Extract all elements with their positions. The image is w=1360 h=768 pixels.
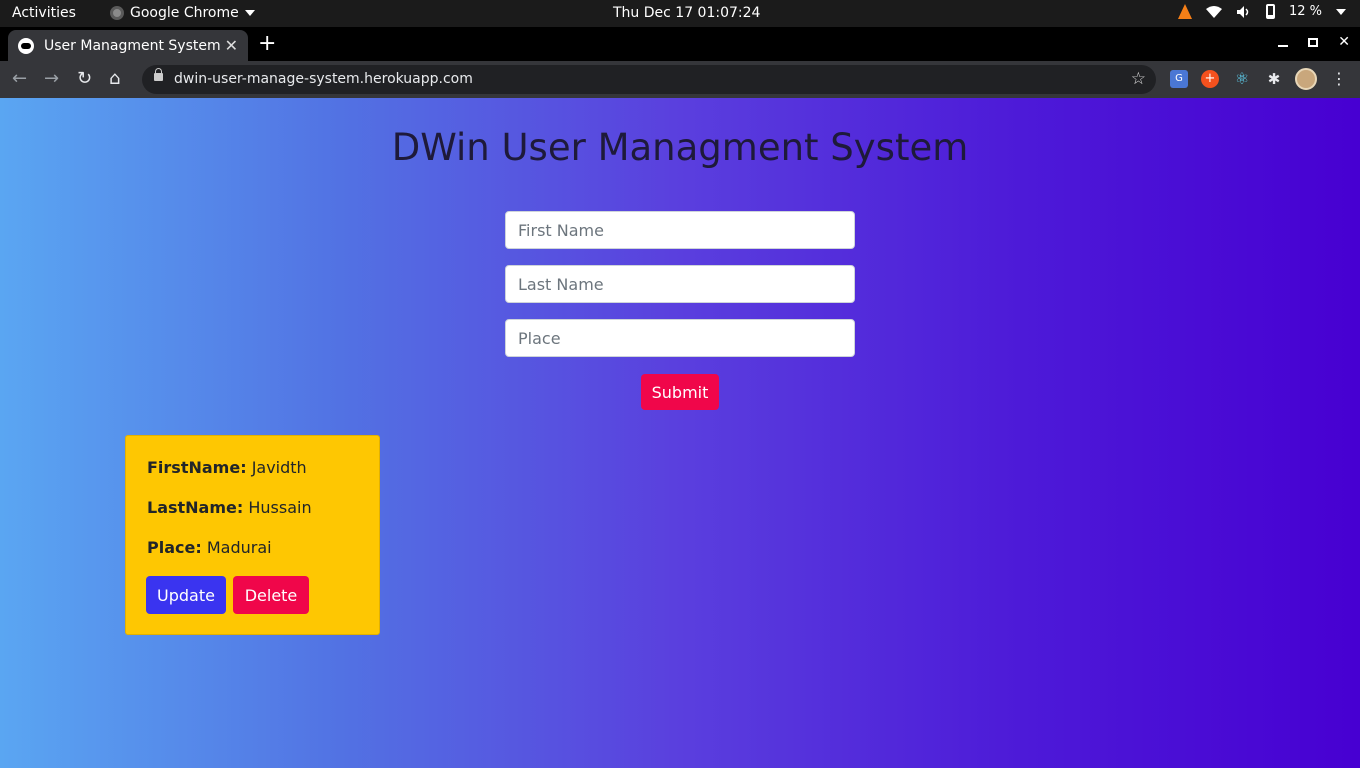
url-text[interactable]: dwin-user-manage-system.herokuapp.com [174, 71, 473, 87]
close-window-icon[interactable]: ✕ [1338, 34, 1350, 50]
chevron-down-icon [1336, 8, 1346, 15]
browser-menu-icon[interactable]: ⋮ [1330, 70, 1348, 88]
window-controls: ✕ [1278, 34, 1350, 50]
chevron-down-icon [244, 10, 255, 16]
first-name-label: FirstName: [147, 458, 247, 477]
update-button[interactable]: Update [146, 576, 226, 614]
browser-toolbar: ← → ↻ ⌂ dwin-user-manage-system.herokuap… [0, 61, 1360, 98]
react-devtools-icon[interactable]: ⚛ [1233, 70, 1251, 88]
site-favicon-icon [18, 37, 34, 54]
close-icon[interactable]: ✕ [225, 36, 238, 55]
maximize-icon[interactable] [1308, 37, 1319, 47]
battery-percent: 12 % [1288, 4, 1322, 19]
page-content: DWin User Managment System Submit FirstN… [0, 98, 1360, 768]
wifi-icon [1205, 5, 1222, 18]
last-name-value: Hussain [248, 498, 312, 517]
activities-button[interactable]: Activities [12, 5, 76, 21]
battery-icon [1265, 4, 1275, 19]
plus-extension-icon[interactable]: + [1201, 70, 1219, 88]
page-title: DWin User Managment System [391, 126, 969, 169]
last-name-row: LastName: Hussain [147, 498, 312, 517]
place-row: Place: Madurai [147, 538, 272, 557]
tab-strip: User Managment System ✕ + ✕ [0, 27, 1360, 61]
reload-icon[interactable]: ↻ [77, 69, 92, 89]
os-top-bar: Activities Google Chrome Thu Dec 17 01:0… [0, 0, 1360, 27]
bookmark-star-icon[interactable]: ☆ [1131, 69, 1146, 89]
first-name-value: Javidth [251, 458, 307, 477]
translate-extension-icon[interactable]: G [1170, 70, 1188, 88]
back-icon[interactable]: ← [12, 69, 27, 89]
forward-icon[interactable]: → [44, 69, 59, 89]
profile-avatar[interactable] [1295, 68, 1317, 90]
place-input[interactable] [505, 319, 855, 357]
first-name-input[interactable] [505, 211, 855, 249]
last-name-label: LastName: [147, 498, 244, 517]
app-name: Google Chrome [130, 5, 239, 21]
delete-button[interactable]: Delete [233, 576, 309, 614]
tab-title: User Managment System [44, 37, 221, 54]
chrome-icon [110, 6, 124, 20]
place-value: Madurai [206, 538, 272, 557]
vlc-icon[interactable] [1177, 4, 1192, 19]
submit-button[interactable]: Submit [641, 374, 719, 410]
minimize-icon[interactable] [1278, 45, 1289, 47]
app-menu[interactable]: Google Chrome [110, 5, 255, 21]
extensions-puzzle-icon[interactable]: ✱ [1265, 70, 1283, 88]
address-bar[interactable]: dwin-user-manage-system.herokuapp.com ☆ [142, 65, 1156, 94]
new-tab-button[interactable]: + [258, 33, 276, 55]
place-label: Place: [147, 538, 202, 557]
home-icon[interactable]: ⌂ [109, 69, 120, 89]
last-name-input[interactable] [505, 265, 855, 303]
clock[interactable]: Thu Dec 17 01:07:24 [613, 5, 760, 21]
user-card: FirstName: Javidth LastName: Hussain Pla… [125, 435, 380, 635]
system-tray[interactable]: 12 % [1177, 4, 1346, 19]
tab-user-management[interactable]: User Managment System ✕ [8, 30, 248, 61]
first-name-row: FirstName: Javidth [147, 458, 307, 477]
volume-icon [1236, 5, 1249, 18]
lock-icon[interactable] [154, 68, 163, 81]
